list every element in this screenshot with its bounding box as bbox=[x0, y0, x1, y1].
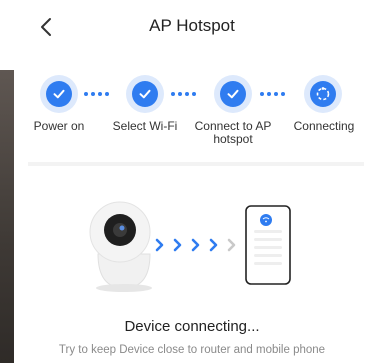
check-icon bbox=[227, 89, 239, 99]
step-label-power-on: Power on bbox=[33, 119, 85, 133]
step-label-connecting: Connecting bbox=[293, 119, 355, 133]
check-icon bbox=[53, 89, 65, 99]
step-connecting-indicator bbox=[304, 75, 342, 113]
step-connector bbox=[84, 92, 109, 97]
loading-icon bbox=[316, 87, 330, 101]
check-icon bbox=[139, 89, 151, 99]
step-label-connect-ap: Connect to AP hotspot bbox=[194, 119, 272, 146]
header-bar: AP Hotspot bbox=[14, 0, 370, 56]
step-connector bbox=[171, 92, 196, 97]
phone-icon bbox=[245, 205, 291, 285]
step-power-on-indicator bbox=[40, 75, 78, 113]
section-divider bbox=[28, 162, 364, 166]
background-edge bbox=[0, 70, 14, 363]
step-connector bbox=[260, 92, 285, 97]
step-connect-ap-indicator bbox=[214, 75, 252, 113]
connection-status-title: Device connecting... bbox=[124, 318, 260, 335]
camera-icon bbox=[89, 201, 152, 292]
step-label-select-wifi: Select Wi-Fi bbox=[112, 119, 178, 133]
transfer-arrows-icon bbox=[155, 238, 236, 252]
step-select-wifi-indicator bbox=[126, 75, 164, 113]
connection-illustration bbox=[14, 192, 370, 302]
page-title: AP Hotspot bbox=[149, 16, 235, 35]
connection-hint: Try to keep Device close to router and m… bbox=[58, 344, 326, 356]
progress-steps: Power on Select Wi-Fi Connect to AP hots… bbox=[14, 66, 370, 156]
